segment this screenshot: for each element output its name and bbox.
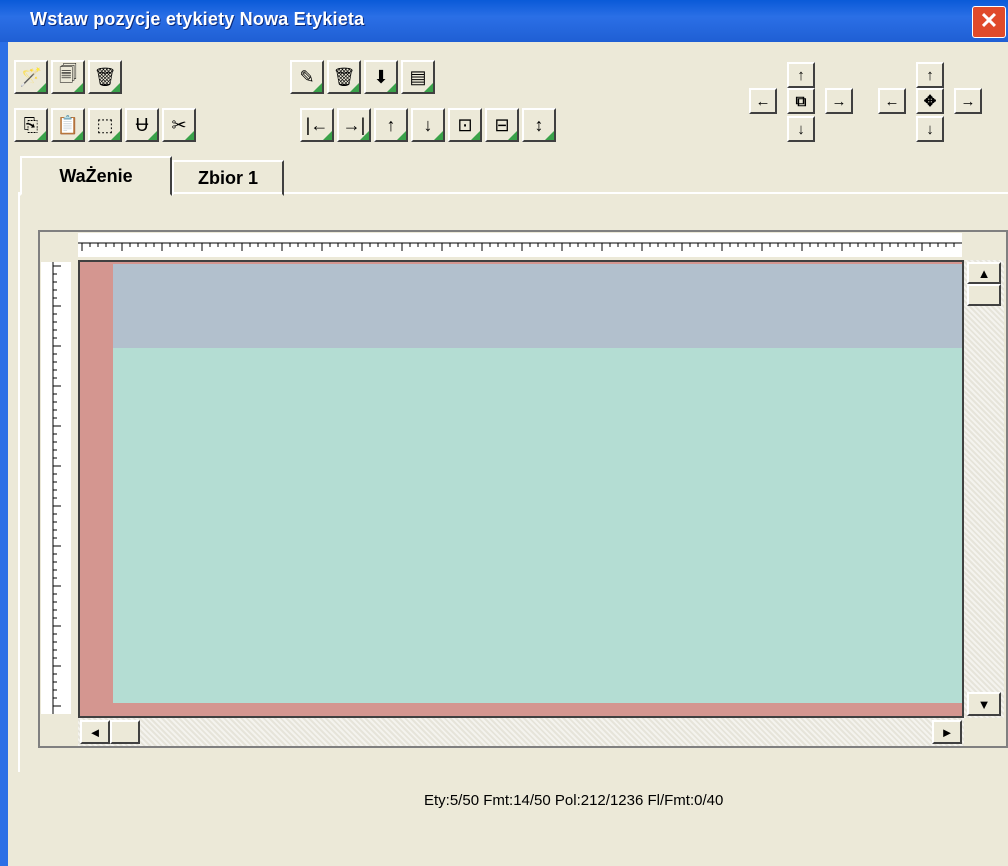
move-up-button[interactable]: ↑ bbox=[787, 62, 815, 88]
text-field-icon: Ʉ bbox=[135, 114, 149, 135]
close-button[interactable]: ✕ bbox=[972, 6, 1006, 38]
vertical-scroll-thumb[interactable] bbox=[967, 284, 1001, 306]
text-field-button[interactable]: Ʉ bbox=[125, 108, 159, 142]
copy-button[interactable]: ⎘ bbox=[14, 108, 48, 142]
title-bar: Wstaw pozycje etykiety Nowa Etykieta ✕ bbox=[0, 0, 1008, 42]
copy-doc-button[interactable]: 🗐 bbox=[51, 60, 85, 94]
status-text: Ety:5/50 Fmt:14/50 Pol:212/1236 Fl/Fmt:0… bbox=[424, 792, 724, 809]
arrow-down-button[interactable]: ⬇ bbox=[364, 60, 398, 94]
window-border bbox=[0, 42, 8, 866]
paste-button[interactable]: 📋 bbox=[51, 108, 85, 142]
scroll-right-button[interactable]: ► bbox=[932, 720, 962, 744]
move-center-icon: ⧉ bbox=[787, 88, 815, 114]
resize-left-button[interactable]: ← bbox=[878, 88, 906, 114]
scroll-down-button[interactable]: ▼ bbox=[967, 692, 1001, 716]
resize-down-button[interactable]: ↓ bbox=[916, 116, 944, 142]
align-bottom-button[interactable]: ↓ bbox=[411, 108, 445, 142]
scissors-button[interactable]: ✂ bbox=[162, 108, 196, 142]
window-title: Wstaw pozycje etykiety Nowa Etykieta bbox=[30, 9, 365, 29]
align-top-button[interactable]: ↑ bbox=[374, 108, 408, 142]
align-top-icon: ↑ bbox=[386, 114, 396, 135]
move-right-button[interactable]: → bbox=[825, 88, 853, 114]
wand-button[interactable]: 🪄 bbox=[14, 60, 48, 94]
tab-wazenie[interactable]: WaŻenie bbox=[20, 156, 172, 196]
form-button[interactable]: ▤ bbox=[401, 60, 435, 94]
align-bottom-icon: ↓ bbox=[423, 114, 433, 135]
distribute-vertical-icon: ↕ bbox=[534, 114, 544, 135]
vertical-scrollbar[interactable] bbox=[964, 260, 1004, 718]
label-body-band[interactable] bbox=[113, 348, 962, 703]
align-right-button[interactable]: →| bbox=[337, 108, 371, 142]
resize-center-icon: ✥ bbox=[916, 88, 944, 114]
pencil-button[interactable]: ✎ bbox=[290, 60, 324, 94]
center-vertical-button[interactable]: ⊟ bbox=[485, 108, 519, 142]
scroll-up-button[interactable]: ▲ bbox=[967, 262, 1001, 284]
move-down-button[interactable]: ↓ bbox=[787, 116, 815, 142]
scroll-left-button[interactable]: ◄ bbox=[80, 720, 110, 744]
center-horizontal-button[interactable]: ⊡ bbox=[448, 108, 482, 142]
select-rect-button[interactable]: ⬚ bbox=[88, 108, 122, 142]
align-left-button[interactable]: |← bbox=[300, 108, 334, 142]
horizontal-ruler bbox=[78, 233, 962, 257]
resize-right-button[interactable]: → bbox=[954, 88, 982, 114]
tab-zbior-1[interactable]: Zbior 1 bbox=[172, 160, 284, 196]
move-left-button[interactable]: ← bbox=[749, 88, 777, 114]
horizontal-scroll-thumb[interactable] bbox=[110, 720, 140, 744]
trash-button[interactable]: 🗑 bbox=[327, 60, 361, 94]
distribute-vertical-button[interactable]: ↕ bbox=[522, 108, 556, 142]
vertical-ruler bbox=[41, 262, 71, 714]
label-header-band[interactable] bbox=[113, 264, 962, 348]
resize-up-button[interactable]: ↑ bbox=[916, 62, 944, 88]
trash-button[interactable]: 🗑 bbox=[88, 60, 122, 94]
horizontal-scrollbar[interactable] bbox=[78, 718, 964, 746]
